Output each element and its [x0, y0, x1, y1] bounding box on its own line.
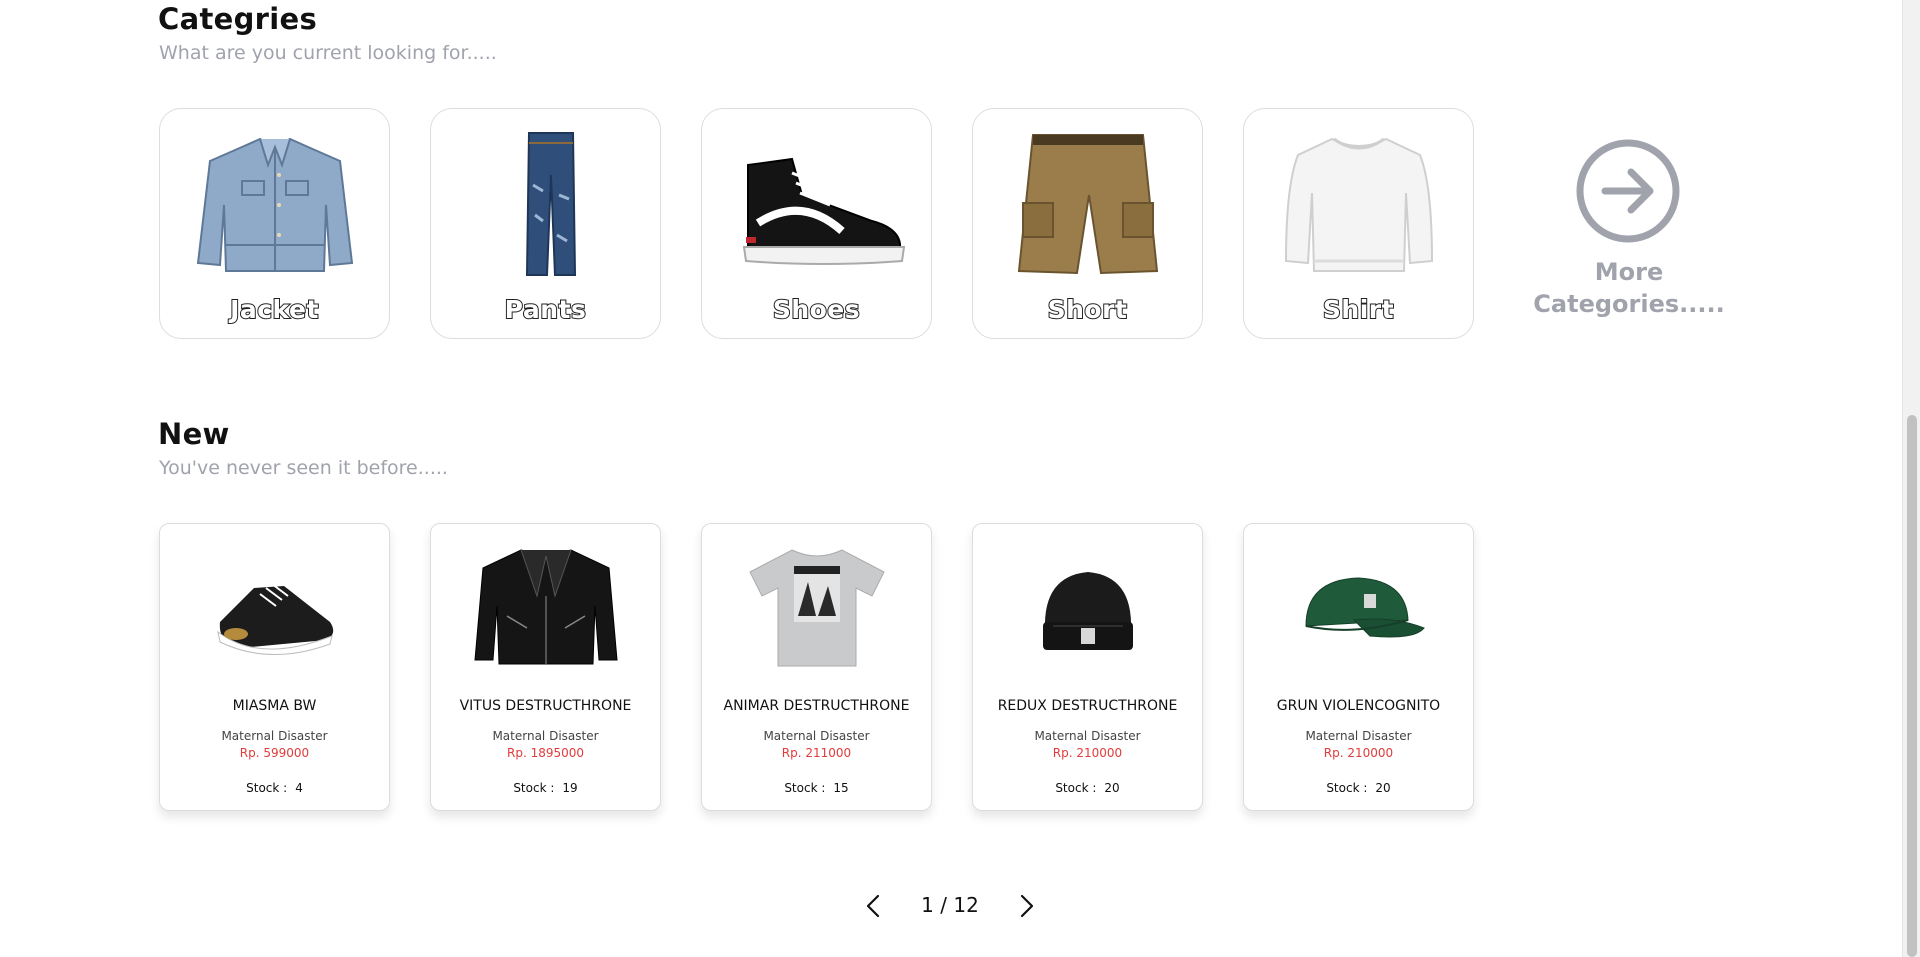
category-card-shoes[interactable]: Shoes	[701, 108, 932, 339]
product-image-tshirt	[749, 549, 885, 667]
pants-image	[525, 132, 577, 276]
scrollbar-thumb[interactable]	[1907, 415, 1917, 957]
product-card[interactable]: REDUX DESTRUCTHRONE Maternal Disaster Rp…	[972, 523, 1203, 811]
more-categories-line2: Categories.....	[1533, 290, 1725, 318]
more-categories-link[interactable]: More Categories.....	[1532, 138, 1726, 328]
stock-value: 15	[833, 781, 849, 795]
product-name: VITUS DESTRUCTHRONE	[459, 698, 632, 714]
product-card[interactable]: ANIMAR DESTRUCTHRONE Maternal Disaster R…	[701, 523, 932, 811]
category-label-jacket: Jacket	[229, 294, 319, 325]
stock-value: 4	[295, 781, 303, 795]
product-price: Rp. 210000	[1052, 746, 1123, 760]
category-label-shirt: Shirt	[1322, 294, 1395, 325]
stock-label: Stock :	[784, 781, 826, 795]
category-card-pants[interactable]: Pants	[430, 108, 661, 339]
product-name: MIASMA BW	[232, 698, 317, 714]
shirt-image	[1284, 137, 1434, 272]
product-stock: Stock : 20	[973, 781, 1202, 795]
stock-label: Stock :	[513, 781, 555, 795]
page: Categries What are you current looking f…	[0, 0, 1902, 957]
pagination-indicator: 1 / 12	[921, 893, 979, 917]
product-card[interactable]: VITUS DESTRUCTHRONE Maternal Disaster Rp…	[430, 523, 661, 811]
product-name: GRUN VIOLENCOGNITO	[1276, 698, 1441, 714]
product-brand: Maternal Disaster	[1034, 729, 1141, 743]
product-image-beanie	[1043, 572, 1133, 650]
more-categories-label: More Categories.....	[1532, 256, 1726, 320]
product-price: Rp. 1895000	[506, 746, 585, 760]
stock-value: 19	[562, 781, 578, 795]
product-brand: Maternal Disaster	[763, 729, 870, 743]
product-price: Rp. 211000	[781, 746, 852, 760]
product-stock: Stock : 20	[1244, 781, 1473, 795]
categories-subtitle: What are you current looking for.....	[159, 42, 497, 64]
category-card-shirt[interactable]: Shirt	[1243, 108, 1474, 339]
short-image	[1017, 134, 1159, 275]
chevron-left-icon[interactable]	[860, 892, 888, 920]
jacket-image	[196, 137, 354, 272]
arrow-right-circle-icon	[1576, 139, 1680, 243]
pagination: 1 / 12	[860, 886, 1040, 926]
product-price: Rp. 210000	[1323, 746, 1394, 760]
category-label-shoes: Shoes	[772, 294, 861, 325]
product-image-leather-jacket	[474, 549, 618, 665]
stock-value: 20	[1104, 781, 1120, 795]
category-card-jacket[interactable]: Jacket	[159, 108, 390, 339]
product-price: Rp. 599000	[239, 746, 310, 760]
shoes-image	[742, 157, 906, 265]
product-card[interactable]: MIASMA BW Maternal Disaster Rp. 599000 S…	[159, 523, 390, 811]
product-name: ANIMAR DESTRUCTHRONE	[723, 698, 910, 714]
stock-label: Stock :	[1326, 781, 1368, 795]
product-image-sneaker	[217, 583, 334, 655]
stock-value: 20	[1375, 781, 1391, 795]
product-card[interactable]: GRUN VIOLENCOGNITO Maternal Disaster Rp.…	[1243, 523, 1474, 811]
chevron-right-icon[interactable]	[1012, 892, 1040, 920]
product-stock: Stock : 15	[702, 781, 931, 795]
stock-label: Stock :	[246, 781, 288, 795]
product-brand: Maternal Disaster	[492, 729, 599, 743]
category-label-short: Short	[1047, 294, 1128, 325]
more-categories-line1: More	[1594, 258, 1664, 286]
product-brand: Maternal Disaster	[1305, 729, 1412, 743]
category-card-short[interactable]: Short	[972, 108, 1203, 339]
product-image-cap	[1305, 577, 1425, 638]
product-name: REDUX DESTRUCTHRONE	[997, 698, 1178, 714]
product-stock: Stock : 19	[431, 781, 660, 795]
stock-label: Stock :	[1055, 781, 1097, 795]
new-title: New	[158, 417, 230, 451]
new-subtitle: You've never seen it before.....	[159, 457, 448, 479]
categories-title: Categries	[158, 2, 318, 36]
category-label-pants: Pants	[504, 294, 587, 325]
product-stock: Stock : 4	[160, 781, 389, 795]
vertical-scrollbar[interactable]	[1902, 0, 1920, 957]
product-brand: Maternal Disaster	[221, 729, 328, 743]
